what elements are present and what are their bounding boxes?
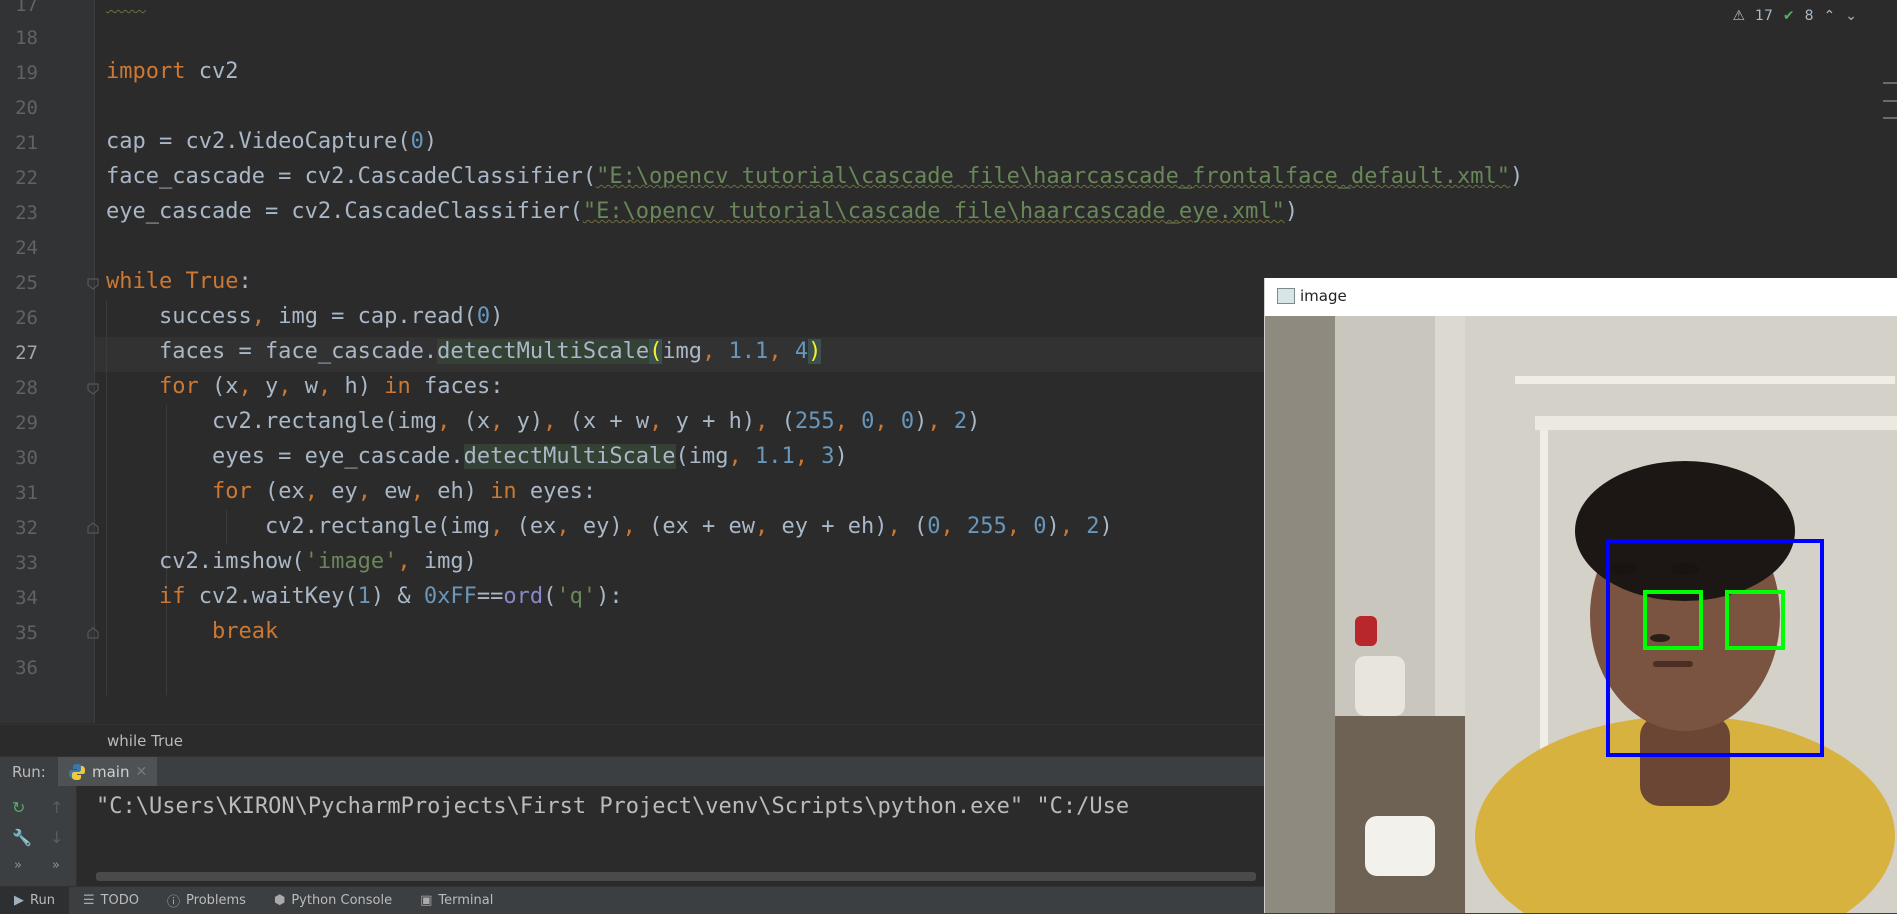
code-line[interactable]: eyes = eye_cascade.detectMultiScale(img,…	[106, 439, 848, 474]
python-icon: ⬢	[273, 893, 286, 908]
list-icon: ☰	[82, 893, 95, 908]
window-icon	[1277, 288, 1295, 304]
line-number: 19	[15, 62, 38, 84]
line-number: 35	[15, 622, 38, 644]
scrollbar-mark[interactable]	[1883, 82, 1897, 84]
code-line[interactable]: break	[106, 614, 278, 649]
line-number: 17	[15, 0, 38, 16]
fold-marker-icon[interactable]	[87, 383, 99, 395]
tab-label: Python Console	[291, 893, 393, 908]
fold-end-marker-icon[interactable]	[87, 627, 99, 639]
code-line[interactable]: '''	[106, 0, 146, 19]
code-line[interactable]: cv2.rectangle(img, (ex, ey), (ex + ew, e…	[106, 509, 1113, 544]
tab-label: Problems	[186, 893, 246, 908]
horizontal-scrollbar[interactable]	[96, 872, 1256, 881]
scrollbar-mark[interactable]	[1883, 100, 1897, 102]
more-icon[interactable]: »	[52, 858, 60, 873]
code-line[interactable]: cv2.imshow('image', img)	[106, 544, 477, 579]
run-tab-label: main	[92, 763, 130, 781]
check-icon: ✔	[1782, 8, 1795, 24]
tab-problems[interactable]: ⓘ Problems	[153, 887, 260, 914]
scrollbar-mark[interactable]	[1883, 117, 1897, 119]
line-number: 25	[15, 272, 38, 294]
code-line[interactable]: for (x, y, w, h) in faces:	[106, 369, 503, 404]
code-line[interactable]: success, img = cap.read(0)	[106, 299, 503, 334]
tab-todo[interactable]: ☰ TODO	[69, 887, 153, 914]
line-number: 20	[15, 97, 38, 119]
line-number: 28	[15, 377, 38, 399]
tab-python-console[interactable]: ⬢ Python Console	[260, 887, 406, 914]
down-arrow-icon[interactable]: ↓	[50, 828, 63, 847]
console-output-line: "C:\Users\KIRON\PycharmProjects\First Pr…	[96, 794, 1130, 819]
code-line[interactable]: cv2.rectangle(img, (x, y), (x + w, y + h…	[106, 404, 980, 439]
line-number: 36	[15, 657, 38, 679]
wrench-icon[interactable]: 🔧	[12, 828, 32, 847]
rerun-icon[interactable]: ↻	[12, 798, 25, 817]
run-label: Run:	[12, 763, 46, 781]
line-number: 22	[15, 167, 38, 189]
code-line[interactable]: import cv2	[106, 54, 238, 89]
inspection-widget[interactable]: ⚠ 17 ✔ 8 ⌃ ⌄	[1732, 8, 1857, 24]
breadcrumb-item[interactable]: while True	[107, 732, 183, 750]
fold-end-marker-icon[interactable]	[87, 522, 99, 534]
tab-label: Terminal	[438, 893, 494, 908]
line-number: 31	[15, 482, 38, 504]
line-number: 21	[15, 132, 38, 154]
line-number: 33	[15, 552, 38, 574]
info-icon: ⓘ	[167, 895, 181, 910]
python-icon	[69, 764, 85, 780]
fold-marker-icon[interactable]	[87, 278, 99, 290]
tab-label: Run	[30, 893, 55, 908]
code-line-current[interactable]: faces = face_cascade.detectMultiScale(im…	[106, 334, 822, 369]
line-number: 30	[15, 447, 38, 469]
tab-label: TODO	[100, 893, 140, 908]
line-number: 26	[15, 307, 38, 329]
run-config-tab[interactable]: main ✕	[58, 757, 158, 787]
code-line[interactable]: if cv2.waitKey(1) & 0xFF==ord('q'):	[106, 579, 623, 614]
play-icon: ▶	[14, 893, 24, 908]
warning-icon: ⚠	[1732, 8, 1746, 24]
opencv-image-window[interactable]: image	[1264, 278, 1897, 913]
window-title-bar[interactable]: image	[1265, 278, 1897, 316]
line-number: 29	[15, 412, 38, 434]
ok-count: 8	[1804, 8, 1814, 24]
code-line[interactable]: cap = cv2.VideoCapture(0)	[106, 124, 437, 159]
warnings-count: 17	[1755, 8, 1773, 24]
line-number-current: 27	[15, 342, 38, 364]
code-line[interactable]: face_cascade = cv2.CascadeClassifier("E:…	[106, 159, 1523, 194]
tab-terminal[interactable]: ▣ Terminal	[406, 887, 507, 914]
terminal-icon: ▣	[420, 893, 433, 908]
up-arrow-icon[interactable]: ↑	[50, 798, 63, 817]
line-number: 34	[15, 587, 38, 609]
line-number: 18	[15, 27, 38, 49]
chevron-down-icon[interactable]: ⌄	[1845, 8, 1857, 24]
run-toolbar: ↻ ↑ 🔧 ↓ » »	[0, 786, 77, 886]
chevron-up-icon[interactable]: ⌃	[1824, 8, 1836, 24]
more-icon[interactable]: »	[14, 858, 22, 873]
webcam-frame	[1265, 316, 1897, 913]
code-line[interactable]: for (ex, ey, ew, eh) in eyes:	[106, 474, 596, 509]
close-icon[interactable]: ✕	[135, 764, 147, 780]
code-token: '''	[106, 0, 146, 14]
line-number: 32	[15, 517, 38, 539]
window-title: image	[1300, 287, 1347, 305]
code-line[interactable]: while True:	[106, 264, 252, 299]
tab-run[interactable]: ▶ Run	[0, 887, 69, 914]
line-number: 23	[15, 202, 38, 224]
webcam-image	[1265, 316, 1897, 913]
code-line[interactable]: eye_cascade = cv2.CascadeClassifier("E:\…	[106, 194, 1298, 229]
line-number: 24	[15, 237, 38, 259]
